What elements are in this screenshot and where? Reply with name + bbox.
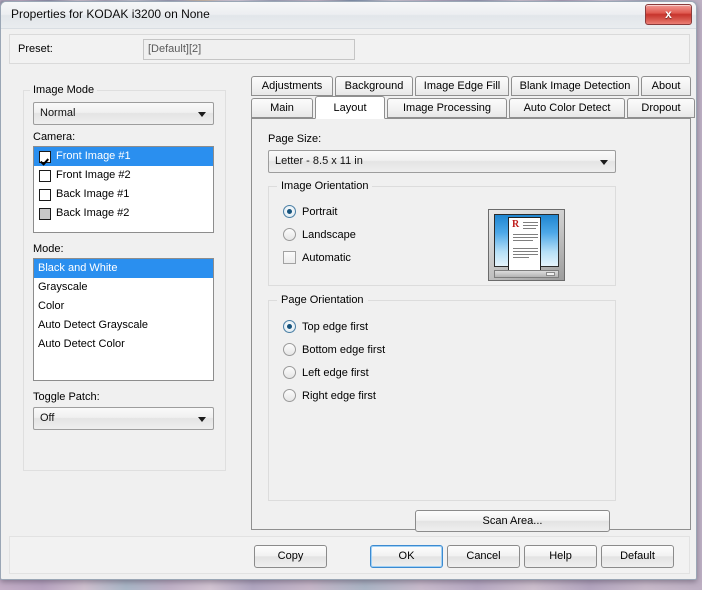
tab-dropout[interactable]: Dropout xyxy=(627,98,695,118)
preset-label: Preset: xyxy=(18,43,53,55)
title-bar: Properties for KODAK i3200 on None x xyxy=(1,2,696,29)
image-orientation-title: Image Orientation xyxy=(277,180,373,192)
cancel-button[interactable]: Cancel xyxy=(447,545,520,568)
toggle-patch-label: Toggle Patch: xyxy=(33,391,100,403)
document-initial: R xyxy=(512,219,520,230)
radio-portrait[interactable]: Portrait xyxy=(283,205,337,218)
default-button[interactable]: Default xyxy=(601,545,674,568)
checkbox-automatic[interactable]: Automatic xyxy=(283,251,351,264)
monitor-led-icon xyxy=(546,272,555,276)
mode-item[interactable]: Color xyxy=(34,297,213,316)
radio-portrait-icon xyxy=(283,205,296,218)
radio-right-edge-first-icon xyxy=(283,389,296,402)
image-mode-value: Normal xyxy=(40,107,76,119)
camera-item-label: Back Image #1 xyxy=(56,188,130,200)
ok-button[interactable]: OK xyxy=(370,545,443,568)
properties-dialog: Properties for KODAK i3200 on None x Pre… xyxy=(0,1,697,580)
radio-right-edge-first-label: Right edge first xyxy=(302,389,376,402)
radio-top-edge-first-icon xyxy=(283,320,296,333)
tab-image-processing[interactable]: Image Processing xyxy=(387,98,507,118)
page-orientation-group: Page Orientation Top edge first Bottom e… xyxy=(268,294,616,501)
chevron-down-icon xyxy=(198,112,206,117)
close-icon[interactable]: x xyxy=(645,4,692,25)
radio-left-edge-first-label: Left edge first xyxy=(302,366,369,379)
dialog-footer: Copy OK Cancel Help Default xyxy=(9,536,690,574)
tab-main[interactable]: Main xyxy=(251,98,313,118)
tab-background[interactable]: Background xyxy=(335,76,413,96)
preset-bar: Preset: [Default][2] xyxy=(9,34,690,64)
radio-bottom-edge-first-label: Bottom edge first xyxy=(302,343,386,356)
tab-layout[interactable]: Layout xyxy=(315,96,385,119)
page-orientation-title: Page Orientation xyxy=(277,294,368,306)
radio-top-edge-first[interactable]: Top edge first xyxy=(283,320,368,333)
radio-top-edge-first-label: Top edge first xyxy=(302,320,369,333)
chevron-down-icon xyxy=(198,417,206,422)
checkbox-automatic-icon xyxy=(283,251,296,264)
page-size-label: Page Size: xyxy=(268,133,322,145)
mode-label: Mode: xyxy=(33,243,64,255)
mode-item[interactable]: Auto Detect Color xyxy=(34,335,213,354)
chevron-down-icon xyxy=(600,160,608,165)
radio-bottom-edge-first-icon xyxy=(283,343,296,356)
layout-tab-panel: Page Size: Letter - 8.5 x 11 in Image Or… xyxy=(251,118,691,532)
camera-item[interactable]: Back Image #1 xyxy=(34,185,213,204)
camera-item-checkbox-icon[interactable] xyxy=(39,169,51,182)
mode-list[interactable]: Black and White Grayscale Color Auto Detect… xyxy=(33,258,214,381)
tab-image-edge-fill[interactable]: Image Edge Fill xyxy=(415,76,509,96)
monitor-base xyxy=(494,270,559,278)
camera-list[interactable]: Front Image #1 Front Image #2 Back Image #… xyxy=(33,146,214,233)
toggle-patch-value: Off xyxy=(40,412,55,424)
window-title: Properties for KODAK i3200 on None xyxy=(11,7,210,21)
radio-landscape-icon xyxy=(283,228,296,241)
camera-item[interactable]: Back Image #2 xyxy=(34,204,213,223)
mode-item[interactable]: Black and White xyxy=(34,259,213,278)
radio-landscape[interactable]: Landscape xyxy=(283,228,356,241)
image-mode-group-title: Image Mode xyxy=(30,84,98,96)
mode-item[interactable]: Auto Detect Grayscale xyxy=(34,316,213,335)
toggle-patch-select[interactable]: Off xyxy=(33,407,214,430)
left-settings-panel: Image Mode Normal Camera: Front Image #1… xyxy=(23,84,226,471)
camera-item-label: Front Image #1 xyxy=(56,150,131,162)
tab-row-lower: Main Layout Image Processing Auto Color Det… xyxy=(251,96,695,119)
page-size-value: Letter - 8.5 x 11 in xyxy=(275,155,363,167)
camera-item-checkbox-icon[interactable] xyxy=(39,188,51,201)
tab-adjustments[interactable]: Adjustments xyxy=(251,76,333,96)
image-mode-select[interactable]: Normal xyxy=(33,102,214,125)
tab-row-upper: Adjustments Background Image Edge Fill Blan… xyxy=(251,76,691,97)
page-size-select[interactable]: Letter - 8.5 x 11 in xyxy=(268,150,616,173)
scan-area-button[interactable]: Scan Area... xyxy=(415,510,610,532)
radio-bottom-edge-first[interactable]: Bottom edge first xyxy=(283,343,385,356)
help-button[interactable]: Help xyxy=(524,545,597,568)
radio-portrait-label: Portrait xyxy=(302,205,338,218)
tab-auto-color-detect[interactable]: Auto Color Detect xyxy=(509,98,625,118)
camera-item-label: Back Image #2 xyxy=(56,207,130,219)
tab-blank-image-detection[interactable]: Blank Image Detection xyxy=(511,76,639,96)
checkbox-automatic-label: Automatic xyxy=(302,251,351,264)
radio-right-edge-first[interactable]: Right edge first xyxy=(283,389,376,402)
tab-about[interactable]: About xyxy=(641,76,691,96)
camera-item-label: Front Image #2 xyxy=(56,169,131,181)
camera-item-checkbox-icon[interactable] xyxy=(39,150,51,163)
radio-left-edge-first-icon xyxy=(283,366,296,379)
preset-value-field[interactable]: [Default][2] xyxy=(143,39,355,60)
camera-label: Camera: xyxy=(33,131,76,143)
orientation-preview-image: R xyxy=(488,209,565,281)
radio-landscape-label: Landscape xyxy=(302,228,356,241)
mode-item[interactable]: Grayscale xyxy=(34,278,213,297)
document-page-icon: R xyxy=(508,217,541,272)
image-orientation-group: Image Orientation Portrait Landscape Aut… xyxy=(268,180,616,286)
camera-item[interactable]: Front Image #1 xyxy=(34,147,213,166)
copy-button[interactable]: Copy xyxy=(254,545,327,568)
radio-left-edge-first[interactable]: Left edge first xyxy=(283,366,369,379)
tab-strip: Adjustments Background Image Edge Fill Blan… xyxy=(251,76,695,119)
camera-item-checkbox-icon[interactable] xyxy=(39,207,51,220)
camera-item[interactable]: Front Image #2 xyxy=(34,166,213,185)
